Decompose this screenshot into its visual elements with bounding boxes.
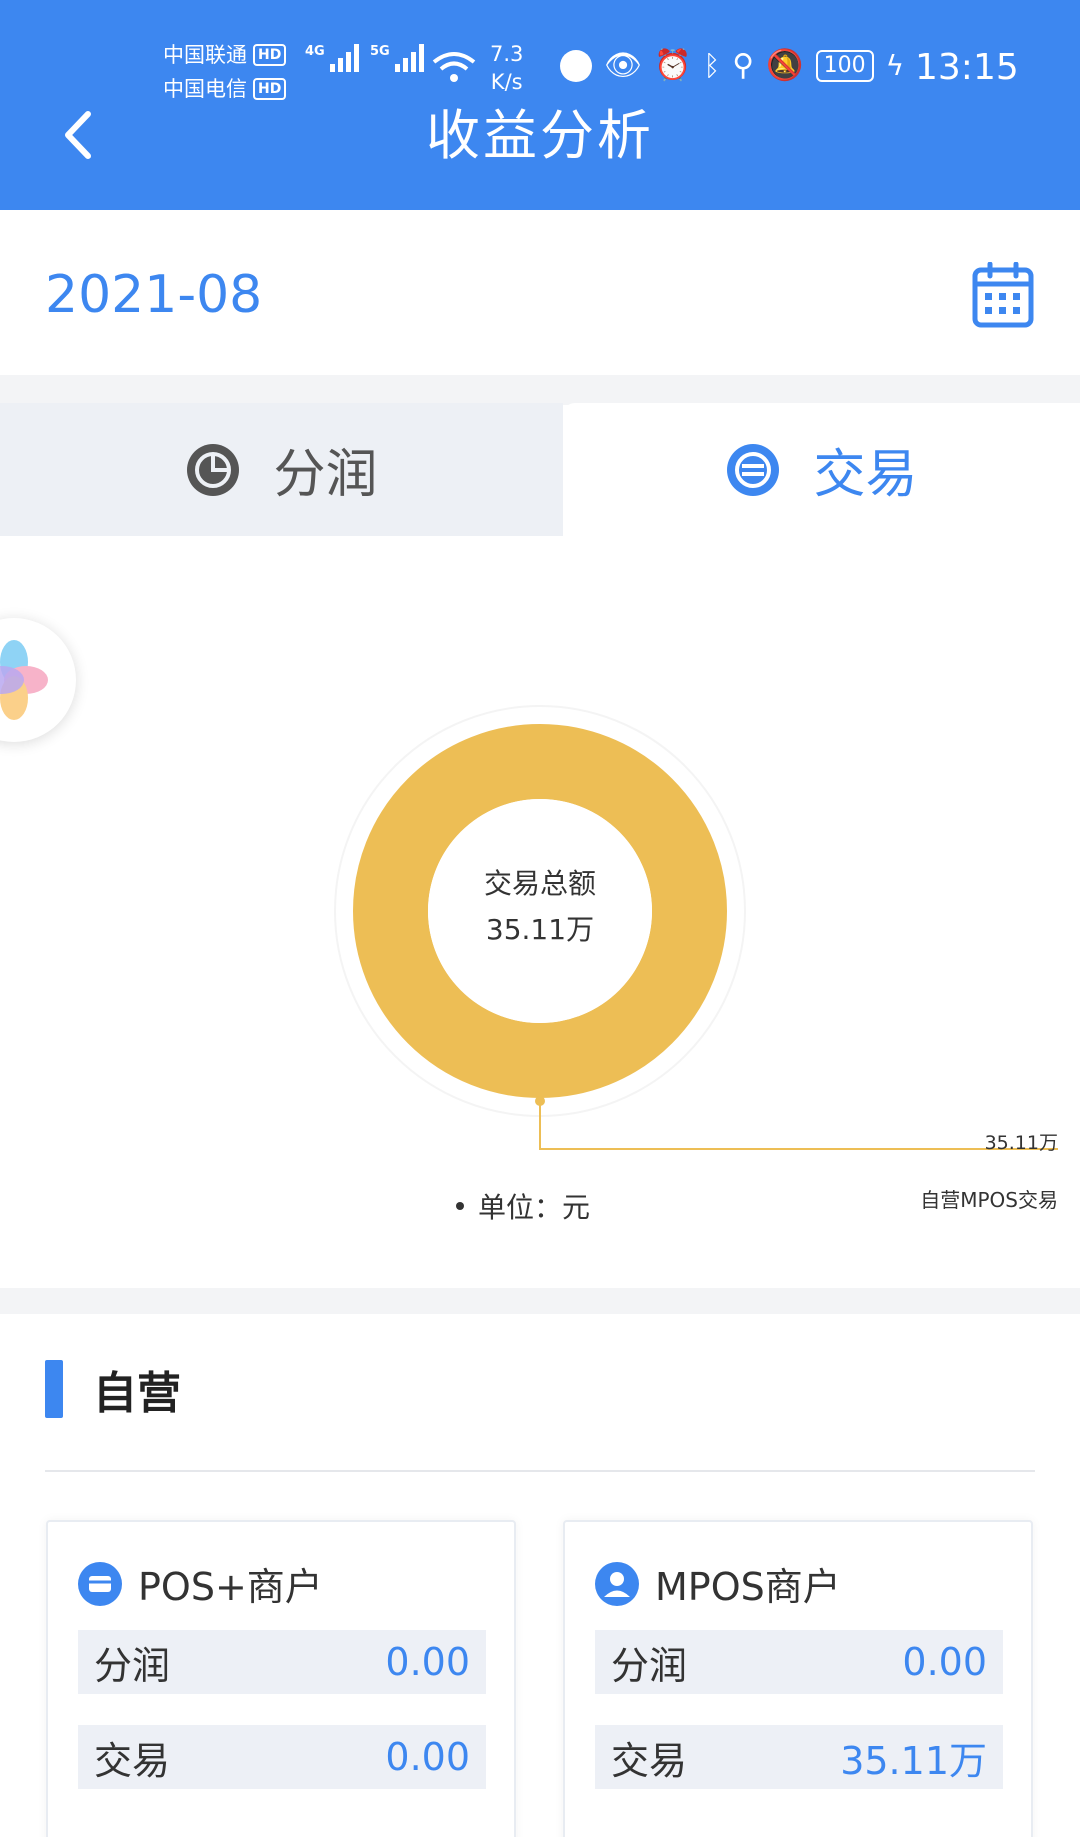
alarm-icon: ⏰ <box>654 48 692 83</box>
row-label: 交易 <box>611 1738 688 1783</box>
carrier-info: 中国联通 HD 中国电信 HD <box>163 38 287 106</box>
charging-icon: ϟ <box>885 49 905 82</box>
app-notification-icon <box>560 49 592 82</box>
tab-trade-label: 交易 <box>813 445 918 505</box>
tab-share[interactable]: 分润 <box>0 403 563 536</box>
section-accent-bar <box>45 1360 63 1418</box>
card-mpos-merchant[interactable]: MPOS商户 分润 0.00 交易 35.11万 <box>563 1520 1033 1837</box>
page-title: 收益分析 <box>426 104 654 167</box>
divider <box>0 1288 1080 1314</box>
carrier-1: 中国联通 <box>163 43 247 67</box>
user-icon <box>595 1561 639 1606</box>
card-row-trade: 交易 35.11万 <box>595 1725 1003 1789</box>
card-row-share: 分润 0.00 <box>595 1630 1003 1694</box>
unit-note: 单位：元 <box>456 1186 590 1226</box>
card-row-trade: 交易 0.00 <box>78 1725 486 1789</box>
calendar-icon[interactable] <box>972 262 1034 328</box>
signal-4g-label: 4G <box>305 44 325 59</box>
location-icon: ⚲ <box>732 48 755 83</box>
row-label: 分润 <box>611 1643 688 1688</box>
speed-unit: K/s <box>490 70 523 94</box>
chart-area: 交易总额 35.11万 35.11万 自营MPOS交易 单位：元 <box>0 536 1080 1288</box>
row-value: 0.00 <box>902 1640 987 1684</box>
row-value: 0.00 <box>385 1640 470 1684</box>
app-header: 中国联通 HD 中国电信 HD 4G 5G 7.3 K/s 👁 ⏰ ᛒ ⚲ 🔕 10 <box>0 0 1080 210</box>
card-icon <box>78 1561 122 1606</box>
card-header: MPOS商户 <box>595 1556 841 1611</box>
status-time: 13:15 <box>915 47 1019 88</box>
card-row-share: 分润 0.00 <box>78 1630 486 1694</box>
bluetooth-icon: ᛒ <box>703 49 721 82</box>
wifi-icon <box>432 52 476 82</box>
exchange-icon <box>727 443 780 496</box>
slice-name-label: 自营MPOS交易 <box>920 1188 1058 1212</box>
leader-line <box>539 1101 1058 1150</box>
divider <box>0 375 1080 405</box>
mute-bell-icon: 🔕 <box>766 48 804 83</box>
pie-chart-icon <box>187 443 240 496</box>
selected-month[interactable]: 2021-08 <box>45 260 262 330</box>
network-speed: 7.3 K/s <box>490 40 523 96</box>
tab-bar: 分润 交易 <box>0 403 1080 536</box>
unit-text: 单位：元 <box>478 1191 591 1224</box>
donut-center-title: 交易总额 <box>483 867 596 900</box>
speed-value: 7.3 <box>490 42 524 66</box>
card-title: POS+商户 <box>138 1565 323 1609</box>
tab-trade[interactable]: 交易 <box>563 403 1080 536</box>
section-divider <box>45 1470 1035 1472</box>
row-label: 分润 <box>94 1643 171 1688</box>
status-bar: 中国联通 HD 中国电信 HD 4G 5G 7.3 K/s 👁 ⏰ ᛒ ⚲ 🔕 10 <box>0 30 1080 110</box>
section-header: 自营 <box>45 1360 181 1419</box>
battery-indicator: 100 <box>815 49 874 82</box>
row-value: 35.11万 <box>840 1738 987 1783</box>
date-selector-row: 2021-08 <box>0 210 1080 375</box>
tab-share-label: 分润 <box>273 445 378 505</box>
bullet-dot <box>456 1202 464 1210</box>
eye-icon: 👁 <box>604 48 643 83</box>
card-header: POS+商户 <box>78 1556 323 1611</box>
signal-4g-icon: 4G <box>305 44 359 72</box>
slice-value-label: 35.11万 <box>984 1132 1058 1154</box>
donut-center-value: 35.11万 <box>485 913 595 946</box>
signal-5g-label: 5G <box>370 44 390 59</box>
signal-5g-icon: 5G <box>370 44 424 72</box>
section-title: 自营 <box>93 1368 181 1419</box>
row-label: 交易 <box>94 1738 171 1783</box>
row-value: 0.00 <box>385 1735 470 1779</box>
card-title: MPOS商户 <box>655 1565 841 1609</box>
hd-badge: HD <box>253 44 287 66</box>
status-icons: 👁 ⏰ ᛒ ⚲ 🔕 100 ϟ <box>560 48 904 83</box>
donut-center-label: 交易总额 35.11万 <box>390 861 690 953</box>
card-pos-merchant[interactable]: POS+商户 分润 0.00 交易 0.00 <box>46 1520 516 1837</box>
hd-badge: HD <box>253 78 287 100</box>
